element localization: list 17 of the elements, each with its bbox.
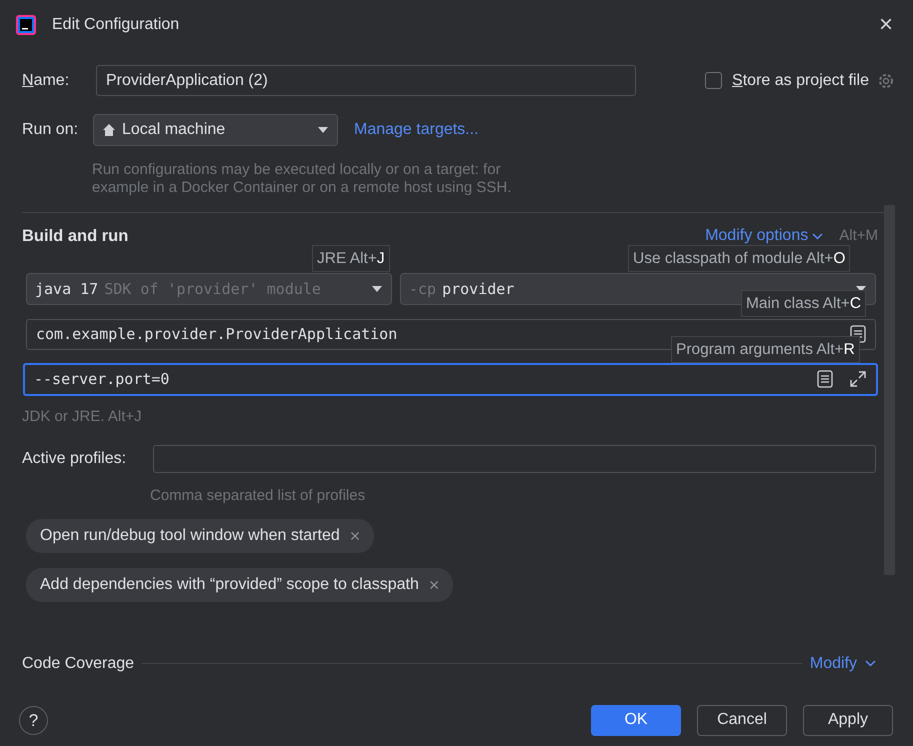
hint-text: Comma separated list of profiles — [149, 486, 366, 505]
tooltip: Use classpath of module Alt+O — [628, 245, 850, 272]
hint-text: JDK or JRE. Alt+J — [21, 406, 143, 426]
chip-label: Add dependencies with “provided” scope to classpath — [40, 574, 419, 595]
help-text: Run configurations may be executed locally or on a target: for — [92, 161, 502, 179]
field-label: Active profiles: — [22, 448, 128, 469]
tooltip: Main class Alt+C — [741, 290, 866, 317]
section-title: Build and run — [22, 226, 128, 247]
chip-label: Open run/debug tool window when started — [40, 526, 340, 546]
window-title: Edit Configuration — [52, 15, 180, 35]
section-title: Code Coverage — [22, 654, 134, 674]
tooltip: Program arguments Alt+R — [671, 336, 860, 363]
tooltip: JRE Alt+J — [312, 245, 390, 272]
field-label: Run on: — [22, 120, 80, 140]
field-label: Name: — [22, 70, 70, 90]
help-text: example in a Docker Container or on a remote host using SSH. — [92, 179, 512, 197]
shortcut-text: Alt+M — [839, 226, 878, 246]
